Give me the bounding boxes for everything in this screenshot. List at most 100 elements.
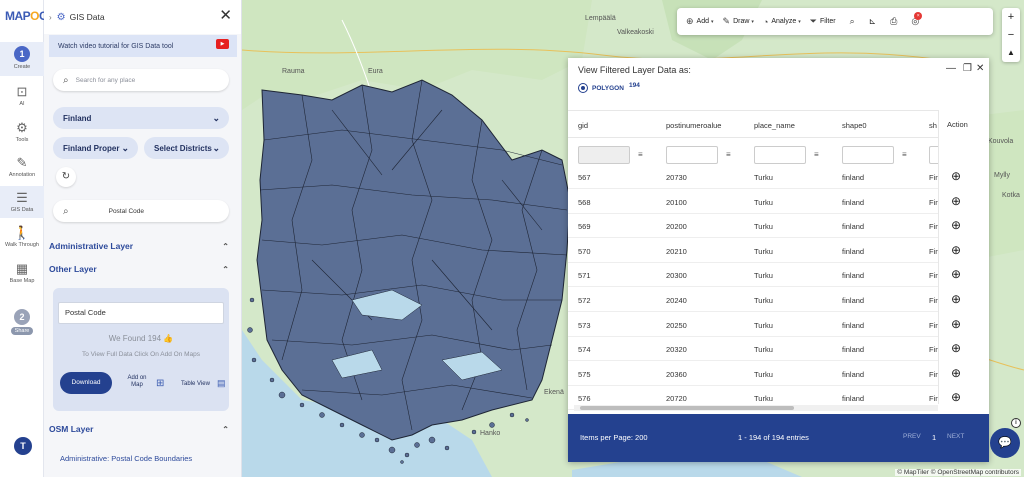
osm-postal-boundaries-link[interactable]: Administrative: Postal Code Boundaries [60, 454, 192, 463]
refresh-icon[interactable]: ↻ [56, 167, 76, 187]
compass-icon[interactable]: ▲ [1002, 44, 1020, 62]
filter-input-shape0[interactable] [842, 146, 894, 164]
filter-input-postinumeroalue[interactable] [666, 146, 718, 164]
horizontal-scrollbar[interactable] [574, 405, 938, 411]
filter-button[interactable]: ⏷ Filter [810, 16, 836, 27]
maximize-icon[interactable]: ❐ [963, 63, 972, 74]
zoom-to-feature-icon[interactable]: ⊕ [951, 218, 961, 232]
postal-code-field[interactable]: Postal Code [58, 302, 224, 324]
column-header[interactable]: gid [578, 121, 588, 130]
filter-icon[interactable]: ≡ [902, 150, 907, 159]
minimize-icon[interactable]: — [946, 63, 956, 74]
close-icon[interactable]: ✕ [219, 8, 232, 24]
map-label: Ekenä [544, 389, 564, 396]
gis-data-icon: ⚙ [56, 11, 66, 23]
table-cell: 20730 [666, 173, 687, 182]
rail-basemap[interactable]: ▦ Base Map [0, 262, 44, 285]
add-on-map-icon[interactable]: ⊞ [156, 378, 164, 389]
zoom-out-button[interactable]: − [1002, 26, 1020, 44]
table-row[interactable]: 573 20250 Turku finland Fin [568, 313, 939, 337]
rail-create[interactable]: 1 Create [0, 42, 44, 76]
zoom-to-feature-icon[interactable]: ⊕ [951, 390, 961, 404]
step-2-badge: 2 [14, 309, 30, 325]
zoom-to-feature-icon[interactable]: ⊕ [951, 366, 961, 380]
rail-tools[interactable]: ⚙ Tools [0, 121, 44, 144]
rail-walkthrough[interactable]: 🚶 Walk Through [0, 226, 44, 249]
table-row[interactable]: 570 20210 Turku finland Fin [568, 239, 939, 263]
add-menu[interactable]: ⊕ Add ▾ [686, 16, 714, 27]
youtube-icon[interactable]: ▶ [216, 39, 229, 49]
measure-icon[interactable]: ⊾ [869, 16, 877, 27]
table-cell: 573 [578, 320, 591, 330]
search-icon[interactable]: ⌕ [850, 16, 855, 27]
search-icon: ⌕ [63, 74, 69, 86]
osm-layer-header[interactable]: OSM Layer ⌃ [49, 419, 235, 439]
scrollbar-thumb[interactable] [580, 406, 794, 410]
postal-code-search[interactable]: ⌕ Postal Code [53, 200, 229, 222]
next-button[interactable]: NEXT [947, 433, 964, 440]
rail-gis-data[interactable]: ☰ GIS Data [0, 186, 44, 218]
zoom-to-feature-icon[interactable]: ⊕ [951, 292, 961, 306]
print-icon[interactable]: ⎙ [890, 16, 897, 27]
zoom-to-feature-icon[interactable]: ⊕ [951, 243, 961, 257]
locate-icon[interactable]: ◎ × [911, 12, 923, 27]
polygon-radio[interactable] [578, 83, 588, 93]
table-cell: finland [842, 271, 865, 281]
close-icon[interactable]: ✕ [976, 63, 984, 74]
filter-input-place-name[interactable] [754, 146, 806, 164]
video-tutorial-banner[interactable]: Watch video tutorial for GIS Data tool ▶ [49, 35, 237, 57]
districts-select[interactable]: Select Districts ⌄ [144, 137, 229, 159]
info-icon[interactable]: i [1011, 418, 1021, 428]
table-row[interactable]: 572 20240 Turku finland Fin [568, 288, 939, 312]
country-select[interactable]: Finland ⌄ [53, 107, 229, 129]
column-header[interactable]: sh [929, 121, 937, 130]
other-layer-header[interactable]: Other Layer ⌃ [49, 259, 235, 279]
zoom-in-button[interactable]: + [1002, 8, 1020, 26]
chat-icon[interactable]: 💬 [990, 428, 1020, 458]
place-search-input[interactable]: ⌕ Search for any place [53, 69, 229, 91]
column-header[interactable]: place_name [754, 121, 795, 130]
help-avatar-button[interactable]: T [14, 437, 32, 455]
items-per-page[interactable]: Items per Page: 200 [580, 433, 648, 442]
filter-label: Filter [820, 18, 836, 25]
region-select[interactable]: Finland Proper ⌄ [53, 137, 138, 159]
zoom-to-feature-icon[interactable]: ⊕ [951, 169, 961, 183]
table-cell: finland [842, 394, 865, 404]
rail-annotation[interactable]: ✎ Annotation [0, 156, 44, 179]
caret-down-icon: ▾ [751, 18, 754, 25]
column-header[interactable]: postinumeroalue [666, 121, 721, 130]
chevron-up-icon: ⌃ [222, 241, 229, 251]
zoom-to-feature-icon[interactable]: ⊕ [951, 317, 961, 331]
download-button[interactable]: Download [60, 372, 112, 394]
filter-icon[interactable]: ≡ [726, 150, 731, 159]
filter-icon[interactable]: ≡ [638, 150, 643, 159]
filter-input-gid[interactable] [578, 146, 630, 164]
zoom-to-feature-icon[interactable]: ⊕ [951, 267, 961, 281]
add-on-map-button[interactable]: Add on Map [123, 375, 151, 389]
prev-button[interactable]: PREV [903, 433, 921, 440]
column-header[interactable]: shape0 [842, 121, 867, 130]
filter-icon[interactable]: ≡ [814, 150, 819, 159]
analyze-menu[interactable]: ◔ Analyze ▾ [763, 17, 801, 27]
table-row[interactable]: 574 20320 Turku finland Fin [568, 337, 939, 362]
zoom-to-feature-icon[interactable]: ⊕ [951, 341, 961, 355]
map-toolbar: ⊕ Add ▾ ✎ Draw ▾ ◔ Analyze ▾ ⏷ Filter ⌕ ⊾ ⎙ ◎ × [677, 8, 993, 35]
table-cell: finland [842, 222, 865, 232]
table-row[interactable]: 568 20100 Turku finland Fin [568, 190, 939, 214]
table-row[interactable]: 569 20200 Turku finland Fin [568, 214, 939, 239]
draw-menu[interactable]: ✎ Draw ▾ [723, 16, 754, 27]
rail-ai[interactable]: ⊡ AI [0, 85, 44, 108]
administrative-layer-header[interactable]: Administrative Layer ⌃ [49, 236, 235, 256]
zoom-to-feature-icon[interactable]: ⊕ [951, 194, 961, 208]
app-logo[interactable]: MAPOC [5, 9, 48, 23]
map-attribution[interactable]: © MapTiler © OpenStreetMap contributors [895, 469, 1021, 476]
chevron-right-icon[interactable]: › [49, 13, 52, 22]
zoom-controls: + − ▲ [1002, 8, 1020, 62]
table-row[interactable]: 567 20730 Turku finland Fin [568, 165, 939, 189]
polygon-label: POLYGON [592, 85, 624, 92]
table-row[interactable]: 571 20300 Turku finland Fin [568, 263, 939, 288]
table-row[interactable]: 575 20360 Turku finland Fin [568, 362, 939, 386]
table-view-button[interactable]: Table View [181, 381, 210, 387]
rail-share[interactable]: 2 Share [0, 309, 44, 335]
table-icon[interactable]: ▤ [217, 378, 226, 389]
